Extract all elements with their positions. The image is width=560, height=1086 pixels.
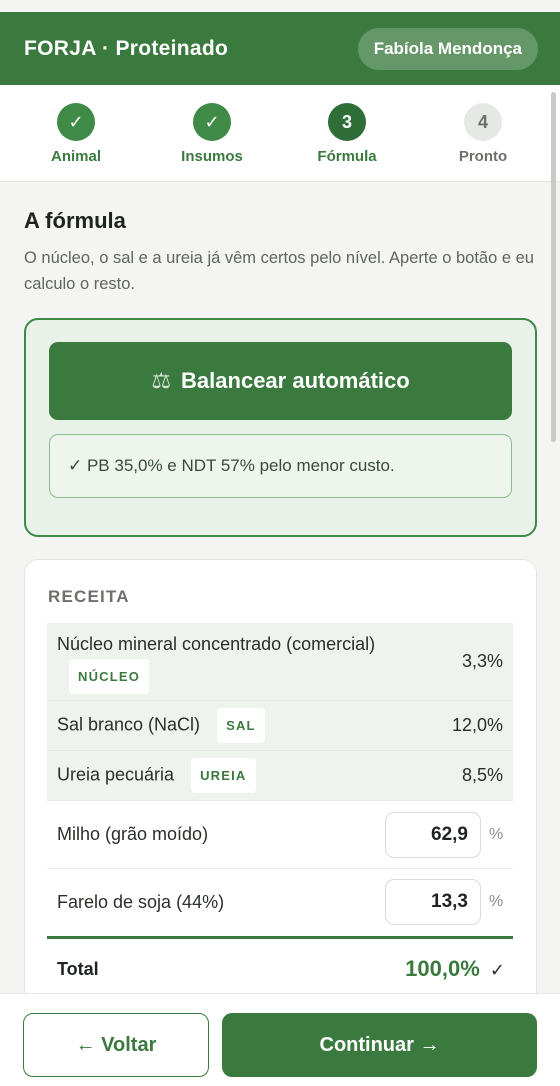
step-number: 4	[464, 103, 502, 141]
check-icon: ✓	[57, 103, 95, 141]
total-label: Total	[57, 958, 99, 979]
step-label: Pronto	[458, 148, 508, 165]
ingredient-tag: SAL	[217, 708, 265, 743]
status-strip	[0, 0, 560, 12]
step-insumos[interactable]: ✓ Insumos	[157, 103, 267, 165]
ingredient-name: Milho (grão moído)	[57, 824, 209, 844]
step-number: 3	[328, 103, 366, 141]
step-pronto[interactable]: 4 Pronto	[428, 103, 538, 165]
step-formula[interactable]: 3 Fórmula	[292, 103, 402, 165]
check-icon: ✓	[193, 103, 231, 141]
ingredient-name: Ureia pecuária	[57, 764, 175, 785]
ingredient-value: 12,0%	[451, 715, 503, 735]
auto-balance-button[interactable]: ⚖ Balancear automático	[49, 342, 512, 420]
ingredient-tag: NÚCLEO	[69, 658, 150, 694]
user-badge[interactable]: Fabíola Mendonça	[357, 27, 538, 70]
back-button[interactable]: ← Voltar	[23, 1013, 209, 1077]
continue-button[interactable]: Continuar →	[222, 1013, 537, 1077]
step-animal[interactable]: ✓ Animal	[21, 103, 131, 165]
ingredient-value: 8,5%	[461, 765, 503, 785]
scrollbar[interactable]	[551, 92, 556, 442]
ingredient-name: Farelo de soja (44%)	[57, 891, 225, 912]
app-header: FORJA · Proteinado Fabíola Mendonça	[0, 12, 560, 85]
recipe-row-milho: Milho (grão moído) 62,9 %	[47, 801, 513, 869]
total-value: 100,0%	[405, 956, 480, 981]
app-title: FORJA · Proteinado	[24, 36, 229, 60]
recipe-heading: RECEITA	[48, 587, 130, 606]
recipe-row-ureia: Ureia pecuária UREIA 8,5%	[47, 751, 513, 801]
percent-unit: %	[489, 893, 504, 910]
page-title: A fórmula	[24, 208, 126, 233]
check-icon: ✓	[489, 960, 505, 980]
ingredient-name: Núcleo mineral concentrado (comercial)	[57, 633, 376, 654]
percent-unit: %	[489, 825, 504, 843]
recipe-card: RECEITA Núcleo mineral concentrado (come…	[24, 559, 537, 1019]
auto-balance-label: Balancear automático	[181, 368, 410, 393]
total-row: Total 100,0% ✓	[47, 949, 513, 989]
recipe-row-farelo: Farelo de soja (44%) 13,3 %	[47, 869, 513, 935]
balance-result: ✓ PB 35,0% e NDT 57% pelo menor custo.	[49, 434, 512, 498]
step-label: Fórmula	[317, 148, 377, 165]
milho-percent-input[interactable]: 62,9	[385, 811, 481, 858]
recipe-row-sal: Sal branco (NaCl) SAL 12,0%	[47, 701, 513, 751]
balance-card: ⚖ Balancear automático ✓ PB 35,0% e NDT …	[24, 318, 537, 537]
ingredient-tag: UREIA	[191, 758, 256, 793]
total-divider	[47, 936, 513, 939]
step-label: Animal	[50, 148, 101, 165]
page-description: O núcleo, o sal e a ureia já vêm certos …	[24, 249, 534, 293]
stepper: ✓ Animal ✓ Insumos 3 Fórmula 4 Pronto	[0, 85, 560, 182]
step-label: Insumos	[181, 148, 243, 165]
recipe-row-nucleo: Núcleo mineral concentrado (comercial) N…	[47, 623, 513, 701]
farelo-percent-input[interactable]: 13,3	[385, 879, 481, 925]
ingredient-value: 3,3%	[461, 651, 503, 671]
footer-bar: ← Voltar Continuar →	[0, 993, 560, 1086]
scale-icon: ⚖	[151, 368, 172, 393]
ingredient-name: Sal branco (NaCl)	[57, 714, 201, 735]
